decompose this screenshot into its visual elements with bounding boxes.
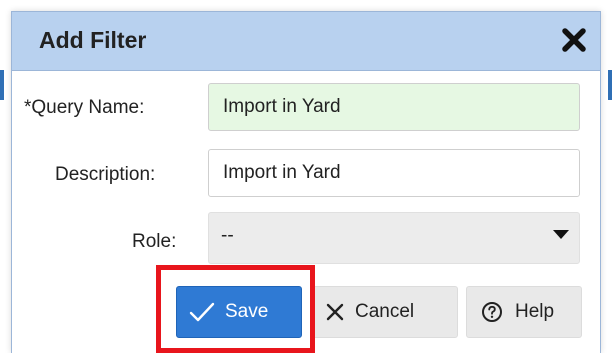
role-label: Role: <box>132 231 177 252</box>
help-button[interactable]: Help <box>466 286 582 338</box>
add-filter-dialog: Add Filter *Query Name: Description: Rol… <box>11 11 601 353</box>
checkmark-icon <box>189 302 215 322</box>
role-select-value: -- <box>221 225 234 246</box>
x-icon <box>325 302 345 322</box>
save-button-label: Save <box>225 301 269 322</box>
background-window-edge-left <box>0 70 4 100</box>
query-name-input[interactable] <box>208 83 580 131</box>
close-icon[interactable] <box>560 26 588 54</box>
dialog-title: Add Filter <box>39 27 147 53</box>
dialog-titlebar: Add Filter <box>12 12 600 71</box>
background-window-edge-right <box>608 70 612 100</box>
description-label: Description: <box>55 164 156 185</box>
description-input[interactable] <box>208 149 580 197</box>
role-select[interactable]: -- <box>208 212 580 264</box>
cancel-button-label: Cancel <box>355 301 415 322</box>
chevron-down-icon <box>553 230 569 239</box>
help-button-label: Help <box>515 301 555 322</box>
query-name-label: *Query Name: <box>24 97 145 118</box>
save-button[interactable]: Save <box>176 286 302 338</box>
question-circle-icon <box>481 301 503 323</box>
cancel-button[interactable]: Cancel <box>312 286 458 338</box>
